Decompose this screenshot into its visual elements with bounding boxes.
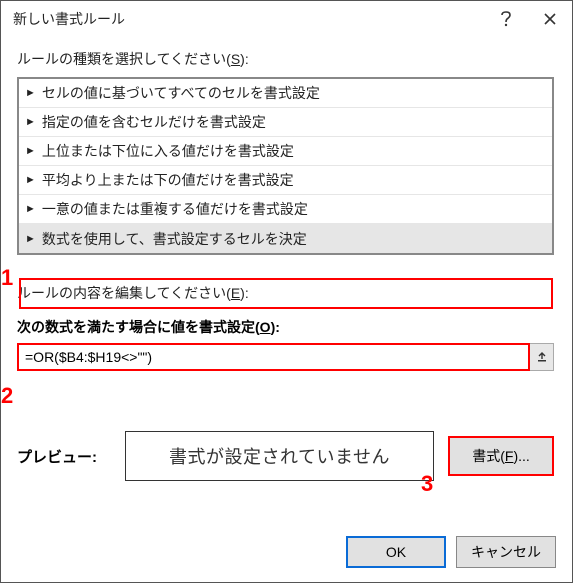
rule-type-item[interactable]: ► 一意の値または重複する値だけを書式設定 <box>19 195 552 224</box>
preview-label: プレビュー: <box>17 446 111 467</box>
help-button[interactable] <box>484 3 528 35</box>
rule-type-item-selected[interactable]: ► 数式を使用して、書式設定するセルを決定 <box>19 224 552 253</box>
bullet-icon: ► <box>25 174 36 186</box>
annotation-number-2: 2 <box>1 383 13 409</box>
rule-type-item[interactable]: ► セルの値に基づいてすべてのセルを書式設定 <box>19 79 552 108</box>
rule-type-item[interactable]: ► 上位または下位に入る値だけを書式設定 <box>19 137 552 166</box>
rule-type-section-label: ルールの種類を選択してください(S): <box>17 49 556 69</box>
bullet-icon: ► <box>25 203 36 215</box>
bullet-icon: ► <box>25 87 36 99</box>
dialog-button-row: OK キャンセル <box>1 522 572 582</box>
edit-content-section-label: ルールの内容を編集してください(E): <box>17 283 556 303</box>
bullet-icon: ► <box>25 116 36 128</box>
preview-box: 書式が設定されていません <box>125 431 434 481</box>
ok-button[interactable]: OK <box>346 536 446 568</box>
close-button[interactable] <box>528 3 572 35</box>
rule-type-item[interactable]: ► 指定の値を含むセルだけを書式設定 <box>19 108 552 137</box>
bullet-icon: ► <box>25 145 36 157</box>
annotation-number-1: 1 <box>1 265 13 291</box>
rule-type-item[interactable]: ► 平均より上または下の値だけを書式設定 <box>19 166 552 195</box>
annotation-number-3: 3 <box>421 471 433 497</box>
format-button[interactable]: 書式(F)... <box>448 436 554 476</box>
titlebar: 新しい書式ルール <box>1 1 572 37</box>
cancel-button[interactable]: キャンセル <box>456 536 556 568</box>
bullet-icon: ► <box>25 233 36 245</box>
formula-input[interactable] <box>17 343 530 371</box>
collapse-range-button[interactable] <box>530 343 554 371</box>
new-format-rule-dialog: 新しい書式ルール ルールの種類を選択してください(S): ► セルの値に基づいて… <box>0 0 573 583</box>
dialog-title: 新しい書式ルール <box>13 9 484 29</box>
rule-type-list: ► セルの値に基づいてすべてのセルを書式設定 ► 指定の値を含むセルだけを書式設… <box>17 77 554 255</box>
formula-field-label: 次の数式を満たす場合に値を書式設定(O): <box>17 317 556 337</box>
